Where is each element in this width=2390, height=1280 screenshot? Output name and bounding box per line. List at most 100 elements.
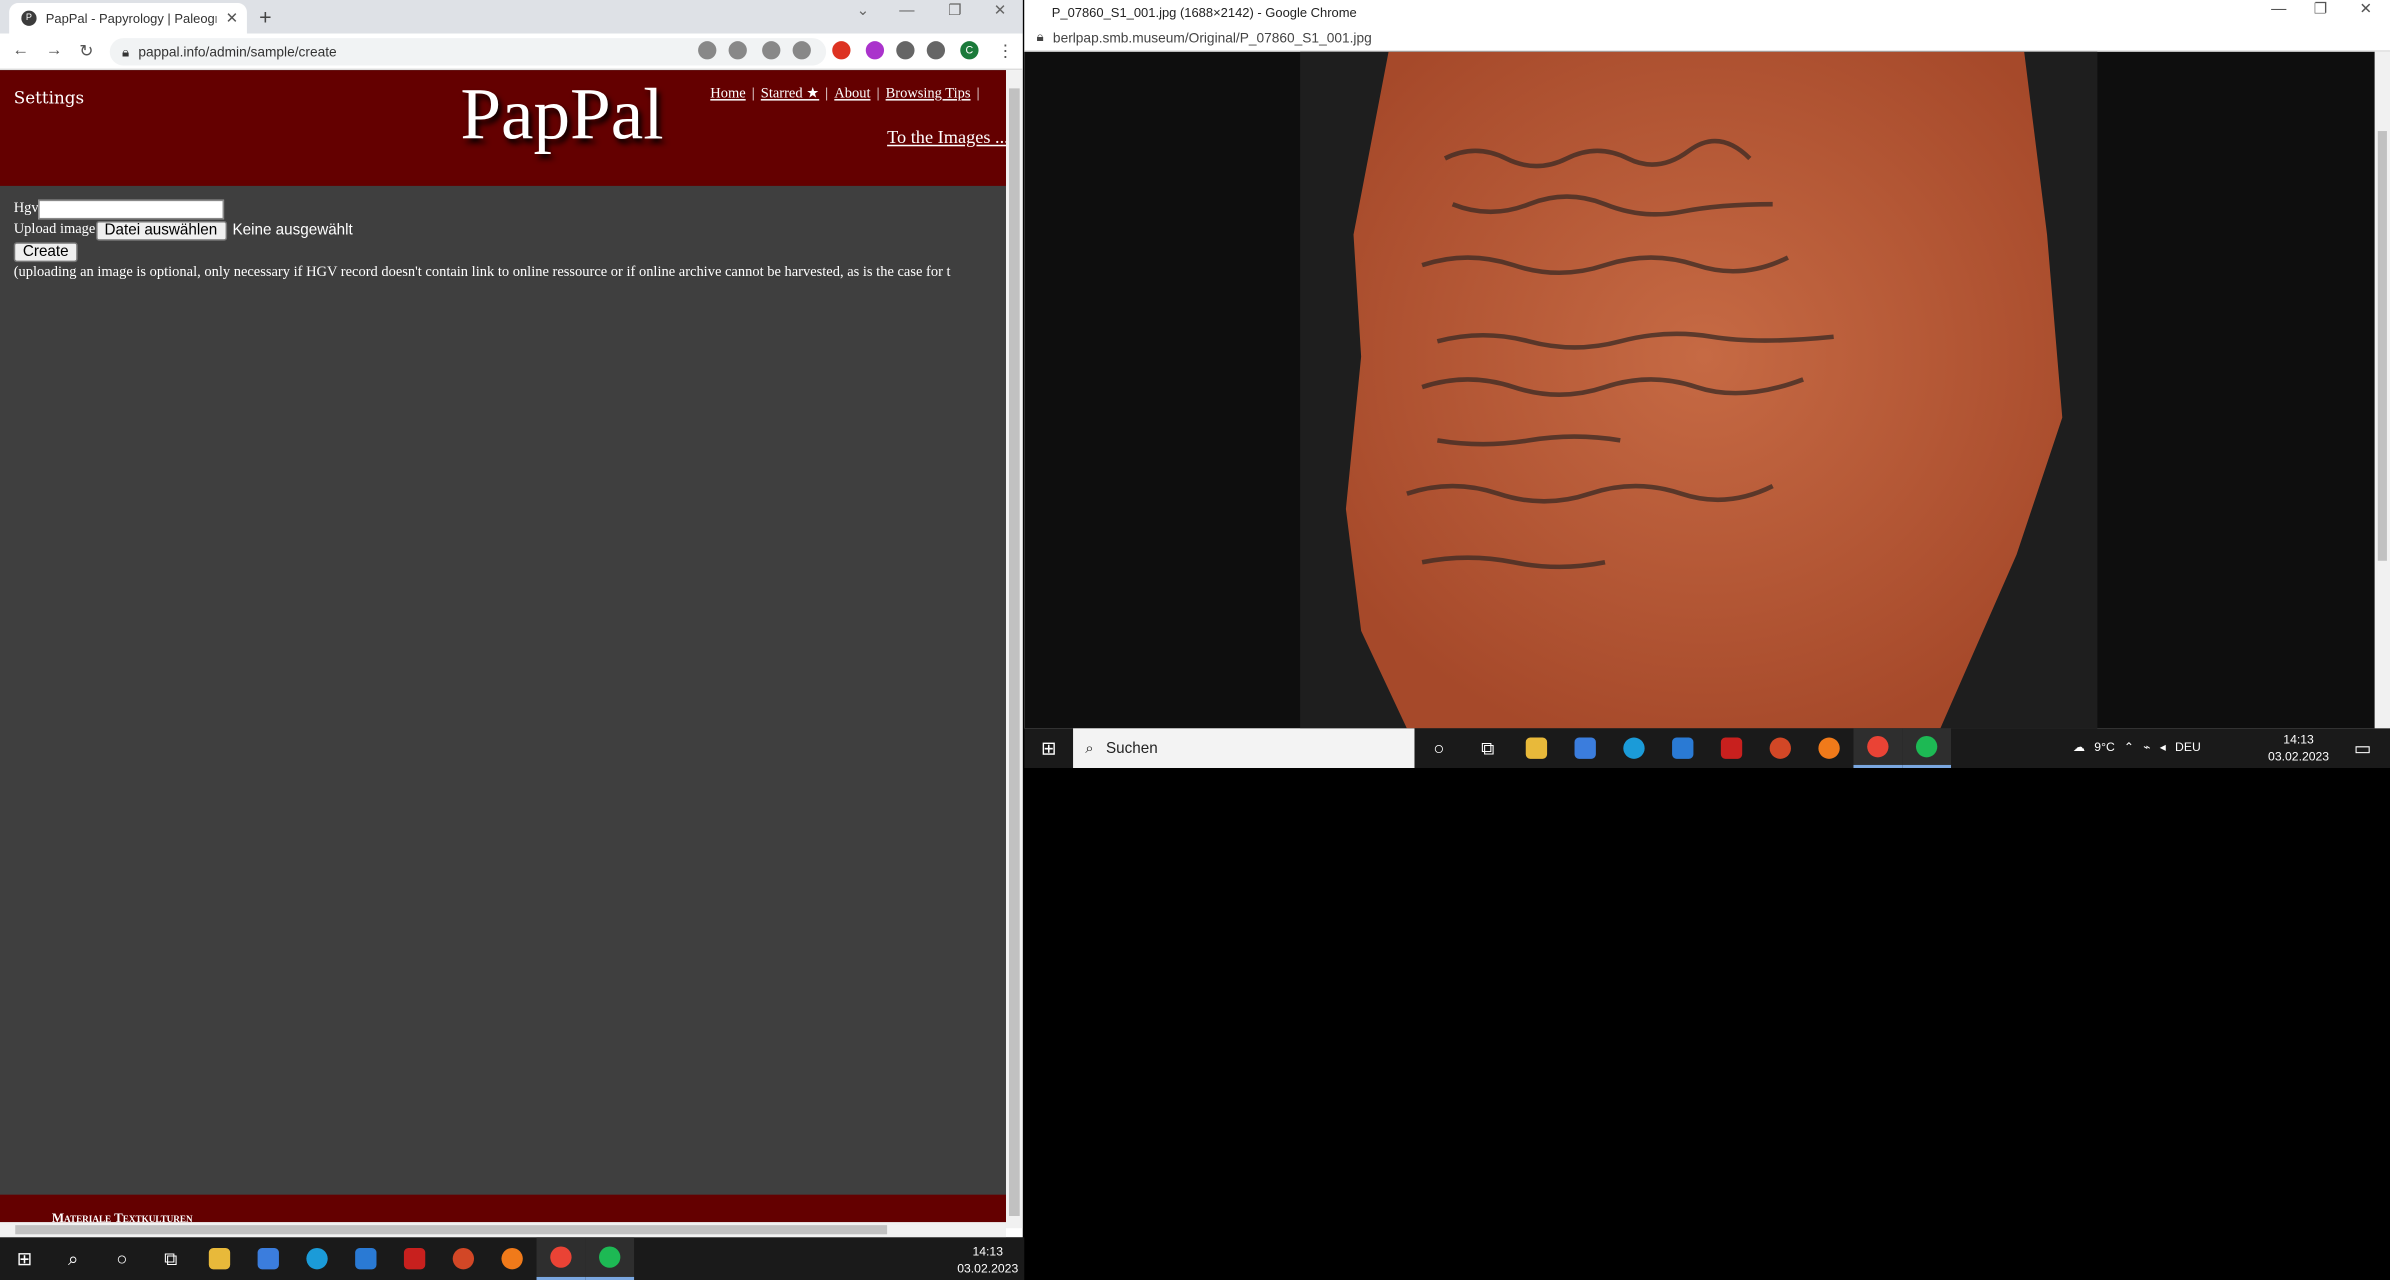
- forward-icon[interactable]: →: [46, 41, 63, 59]
- notifications-icon[interactable]: ▭: [2338, 728, 2387, 768]
- windows-icon[interactable]: ⊞: [0, 1237, 49, 1280]
- window-title: P_07860_S1_001.jpg (1688×2142) - Google …: [1051, 4, 1357, 20]
- right-browser-window: P_07860_S1_001.jpg (1688×2142) - Google …: [1024, 0, 2390, 729]
- close-tab-icon[interactable]: ✕: [226, 10, 239, 27]
- nav-browsing-tips[interactable]: Browsing Tips: [886, 87, 971, 102]
- tab-pappal[interactable]: P PapPal - Papyrology | Paleograph ✕: [9, 3, 247, 34]
- clock-time: 14:13: [2283, 732, 2314, 747]
- restore-icon[interactable]: ❐: [2314, 2, 2328, 19]
- to-images-link[interactable]: To the Images ...: [887, 126, 1006, 149]
- task-view-icon[interactable]: ⧉: [146, 1237, 195, 1280]
- chrome-icon[interactable]: [1853, 728, 1903, 769]
- zoom-icon[interactable]: [728, 41, 747, 60]
- close-window-icon[interactable]: ✕: [994, 3, 1007, 20]
- close-window-icon[interactable]: ✕: [2360, 2, 2373, 19]
- hgv-input[interactable]: [38, 198, 225, 219]
- horizontal-scrollbar[interactable]: [0, 1222, 1006, 1238]
- extension-purple-icon[interactable]: [865, 41, 885, 60]
- powerpoint-icon[interactable]: [1756, 728, 1805, 768]
- spotify-icon[interactable]: [585, 1237, 635, 1280]
- image-viewer: [1024, 51, 2375, 729]
- translate-icon[interactable]: [698, 41, 717, 60]
- ostracon-photo[interactable]: [1300, 51, 2098, 729]
- volume-icon[interactable]: ◂: [2160, 741, 2166, 755]
- taskbar-clock[interactable]: 14:13 03.02.2023: [2268, 731, 2329, 765]
- mail-icon[interactable]: [341, 1237, 390, 1280]
- nav-starred[interactable]: Starred ★: [761, 87, 819, 102]
- clock-date: 03.02.2023: [957, 1261, 1019, 1276]
- url-field[interactable]: 🔒︎ pappal.info/admin/sample/create: [109, 38, 827, 66]
- tab-title: PapPal - Papyrology | Paleograph: [45, 10, 217, 26]
- nav-home[interactable]: Home: [710, 87, 745, 102]
- nav-about[interactable]: About: [834, 87, 870, 102]
- bookmark-star-icon[interactable]: [792, 41, 811, 60]
- file-explorer-icon[interactable]: [1512, 728, 1561, 768]
- chevron-up-icon[interactable]: ⌃: [2124, 741, 2134, 755]
- firefox-icon[interactable]: [1805, 728, 1854, 768]
- search-icon[interactable]: ⌕: [49, 1237, 98, 1280]
- clock-date: 03.02.2023: [2268, 749, 2330, 764]
- taskbar-main: ⊞ ⌕ ○ ⧉ 14:13 03.02.2023: [0, 1237, 1025, 1280]
- reload-icon[interactable]: ↻: [79, 41, 93, 61]
- extensions-puzzle-icon[interactable]: [896, 41, 915, 60]
- firefox-icon[interactable]: [488, 1237, 537, 1280]
- acrobat-icon[interactable]: [390, 1237, 439, 1280]
- tab-search-icon[interactable]: ⌄: [857, 3, 870, 20]
- url-text: pappal.info/admin/sample/create: [138, 44, 337, 60]
- profile-avatar[interactable]: C: [960, 41, 979, 60]
- mail-icon[interactable]: [1658, 728, 1707, 768]
- store-icon[interactable]: [244, 1237, 293, 1280]
- cortana-icon[interactable]: ○: [98, 1237, 147, 1280]
- pappal-favicon-icon: P: [21, 10, 37, 26]
- left-browser-window: P PapPal - Papyrology | Paleograph ✕ + ⌄…: [0, 0, 1023, 1238]
- share-icon[interactable]: [762, 41, 781, 60]
- spotify-icon[interactable]: [1902, 728, 1952, 769]
- back-icon[interactable]: ←: [12, 41, 29, 59]
- side-panel-icon[interactable]: [926, 41, 946, 60]
- window-title-bar: P_07860_S1_001.jpg (1688×2142) - Google …: [1024, 0, 2390, 25]
- extension-red-icon[interactable]: [832, 41, 851, 60]
- vertical-scrollbar[interactable]: [1005, 70, 1023, 1229]
- tab-strip: P PapPal - Papyrology | Paleograph ✕ + ⌄…: [0, 0, 1023, 34]
- minimize-icon[interactable]: —: [2271, 2, 2286, 19]
- cortana-icon[interactable]: ○: [1414, 728, 1463, 768]
- choose-file-button[interactable]: Datei auswählen: [95, 220, 227, 241]
- store-icon[interactable]: [1561, 728, 1610, 768]
- windows-icon[interactable]: ⊞: [1024, 728, 1073, 768]
- ostracon-image: [1300, 51, 2098, 729]
- acrobat-icon[interactable]: [1707, 728, 1756, 768]
- language-indicator[interactable]: DEU: [2175, 741, 2201, 755]
- site-header: Settings PapPal Home | Starred ★ | About | Bro…: [0, 70, 1006, 186]
- page-content: Settings PapPal Home | Starred ★ | About | Bro…: [0, 70, 1006, 1229]
- vertical-scrollbar[interactable]: [2374, 51, 2390, 729]
- network-icon[interactable]: ⌁: [2143, 741, 2150, 755]
- search-placeholder: Suchen: [1105, 739, 1158, 757]
- taskbar-search[interactable]: ⌕ Suchen: [1073, 728, 1415, 769]
- weather-cloud-icon[interactable]: ☁: [2073, 741, 2085, 755]
- task-view-icon[interactable]: ⧉: [1463, 728, 1512, 768]
- url-text: berlpap.smb.museum/Original/P_07860_S1_0…: [1052, 29, 1372, 45]
- create-button[interactable]: Create: [13, 241, 78, 262]
- site-logo[interactable]: PapPal: [460, 73, 663, 157]
- clock-time: 14:13: [972, 1244, 1003, 1259]
- powerpoint-icon[interactable]: [439, 1237, 488, 1280]
- lock-icon: 🔒︎: [1036, 28, 1044, 45]
- search-icon: ⌕: [1085, 739, 1094, 757]
- minimize-icon[interactable]: —: [899, 3, 914, 20]
- taskbar-clock[interactable]: 14:13 03.02.2023: [957, 1243, 1018, 1277]
- edge-icon[interactable]: [293, 1237, 342, 1280]
- lock-icon: 🔒︎: [121, 43, 130, 59]
- restore-icon[interactable]: ❐: [948, 3, 962, 20]
- address-bar-row: ← → ↻ 🔒︎ pappal.info/admin/sample/create…: [0, 33, 1023, 71]
- taskbar-secondary: ⊞ ⌕ Suchen ○ ⧉ ☁ 9°C ⌃ ⌁ ◂ DEU 14:13 03.…: [1024, 728, 2390, 769]
- hgv-label: Hgv: [13, 201, 39, 217]
- weather-temp[interactable]: 9°C: [2094, 741, 2114, 755]
- address-bar[interactable]: 🔒︎ berlpap.smb.museum/Original/P_07860_S…: [1024, 24, 2390, 52]
- chrome-icon[interactable]: [536, 1237, 586, 1280]
- file-explorer-icon[interactable]: [195, 1237, 244, 1280]
- settings-link[interactable]: Settings: [14, 88, 84, 108]
- edge-icon[interactable]: [1610, 728, 1659, 768]
- menu-kebab-icon[interactable]: ⋮: [997, 41, 1014, 61]
- new-tab-icon[interactable]: +: [259, 5, 271, 29]
- system-tray: ☁ 9°C ⌃ ⌁ ◂ DEU: [2073, 741, 2201, 755]
